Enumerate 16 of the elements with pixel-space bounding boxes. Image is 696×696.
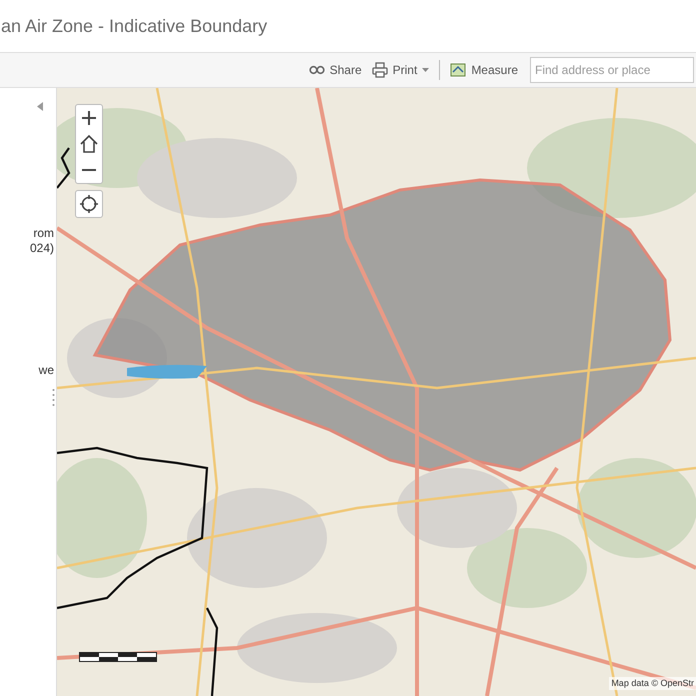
- panel-text: rom: [33, 226, 54, 241]
- search-field[interactable]: Find address or place: [530, 57, 694, 83]
- caret-icon: [422, 68, 430, 72]
- panel-text: we: [38, 363, 54, 378]
- map-attribution: Map data © OpenStr: [609, 676, 696, 690]
- collapse-arrow-icon[interactable]: [37, 102, 43, 111]
- print-button[interactable]: Print: [372, 61, 430, 79]
- panel-text: 024): [30, 241, 54, 256]
- link-icon: [308, 65, 325, 75]
- measure-button[interactable]: Measure: [450, 61, 518, 79]
- share-button[interactable]: Share: [308, 61, 362, 79]
- ruler-icon: [450, 62, 466, 78]
- locate-icon: [80, 195, 98, 213]
- page-title: an Air Zone - Indicative Boundary: [0, 14, 268, 38]
- locate-button[interactable]: [75, 190, 103, 218]
- printer-icon: [372, 62, 388, 78]
